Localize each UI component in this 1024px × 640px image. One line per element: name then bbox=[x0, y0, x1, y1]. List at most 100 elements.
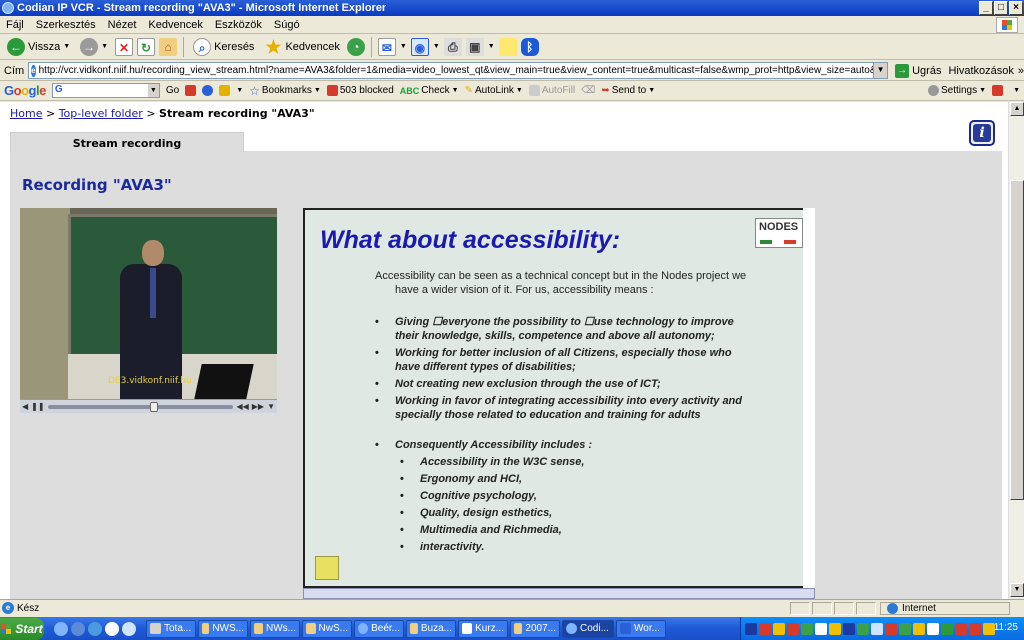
quicklaunch-desktop-icon[interactable] bbox=[71, 621, 85, 636]
close-button[interactable]: × bbox=[1009, 1, 1023, 15]
minimize-button[interactable]: _ bbox=[979, 1, 993, 15]
print-icon[interactable]: ⎙ bbox=[443, 37, 462, 56]
seek-handle[interactable] bbox=[149, 401, 158, 412]
google-search-input[interactable]: G ▼ bbox=[51, 83, 160, 98]
search-button[interactable]: ⌕ Keresés bbox=[190, 36, 257, 58]
video-player[interactable]: DE3.vidkonf.niif.hu ◀ ❚❚ ◀◀ ▶▶ ▼ bbox=[20, 208, 277, 413]
zone-cell: Internet bbox=[880, 602, 1010, 615]
fastforward-icon[interactable]: ▶▶ bbox=[252, 402, 264, 411]
stop-icon[interactable]: ✕ bbox=[115, 37, 134, 56]
menu-favorites[interactable]: Kedvencek bbox=[148, 19, 202, 31]
pause-icon[interactable]: ❚❚ bbox=[31, 402, 44, 411]
page-scrollbar[interactable]: ▲ ▼ bbox=[1008, 102, 1024, 599]
info-button[interactable]: i bbox=[969, 120, 995, 146]
blocked-icon bbox=[326, 85, 338, 96]
address-input[interactable]: e http://vcr.vidkonf.niif.hu/recording_v… bbox=[28, 62, 889, 79]
popup-blocker-button[interactable]: 503 blocked bbox=[326, 85, 394, 96]
taskbar-item[interactable]: 2007... bbox=[510, 619, 560, 638]
breadcrumb-folder-link[interactable]: Top-level folder bbox=[59, 107, 143, 120]
tray-icon[interactable] bbox=[801, 622, 813, 635]
go-button[interactable]: → Ugrás bbox=[892, 60, 944, 82]
edit-icon[interactable]: ▣ bbox=[465, 37, 484, 56]
puzzle-icon[interactable] bbox=[219, 85, 231, 96]
globe-icon[interactable] bbox=[202, 85, 214, 96]
autofill-button[interactable]: AutoFill bbox=[528, 85, 575, 96]
tray-icon[interactable] bbox=[815, 622, 827, 635]
favorites-button[interactable]: ★ Kedvencek bbox=[261, 36, 342, 58]
scroll-up-icon[interactable]: ▲ bbox=[1010, 102, 1024, 116]
slide-scroll-bar[interactable] bbox=[303, 588, 815, 599]
settings-button[interactable]: Settings ▼ bbox=[927, 85, 986, 96]
messenger-icon[interactable]: ◉ bbox=[410, 37, 429, 56]
google-logo[interactable]: Google bbox=[4, 83, 46, 98]
taskbar-item[interactable]: Wor... bbox=[616, 619, 666, 638]
note-icon[interactable] bbox=[498, 37, 517, 56]
tray-icon[interactable] bbox=[955, 622, 967, 635]
quicklaunch-ie-icon[interactable] bbox=[54, 621, 68, 636]
status-bar: e Kész Internet bbox=[0, 599, 1024, 616]
video-frame: DE3.vidkonf.niif.hu bbox=[20, 208, 277, 399]
taskbar-item[interactable]: Beér... bbox=[354, 619, 404, 638]
tray-icon[interactable] bbox=[829, 622, 841, 635]
quicklaunch-media-icon[interactable] bbox=[105, 621, 119, 636]
taskbar-item[interactable]: NWS... bbox=[198, 619, 248, 638]
menu-view[interactable]: Nézet bbox=[108, 19, 137, 31]
list-item: Ergonomy and HCI, bbox=[400, 472, 800, 486]
menu-tools[interactable]: Eszközök bbox=[215, 19, 262, 31]
rewind-icon[interactable]: ◀◀ bbox=[236, 402, 248, 411]
spellcheck-button[interactable]: ABC Check ▼ bbox=[400, 85, 459, 96]
tray-icon[interactable] bbox=[773, 622, 785, 635]
bluetooth-icon[interactable]: ᛒ bbox=[520, 37, 539, 56]
breadcrumb-home-link[interactable]: Home bbox=[10, 107, 42, 120]
list-item: Multimedia and Richmedia, bbox=[400, 523, 800, 537]
tray-icon[interactable] bbox=[885, 622, 897, 635]
address-dropdown-icon[interactable]: ▼ bbox=[873, 63, 888, 78]
bookmarks-button[interactable]: ☆ Bookmarks ▼ bbox=[249, 84, 321, 98]
quicklaunch-messenger-icon[interactable] bbox=[88, 621, 102, 636]
refresh-icon[interactable]: ↻ bbox=[137, 37, 156, 56]
taskbar-item[interactable]: Tota... bbox=[146, 619, 196, 638]
pagerank-icon[interactable] bbox=[185, 85, 197, 96]
taskbar-item[interactable]: Kurz... bbox=[458, 619, 508, 638]
links-button[interactable]: Hivatkozások bbox=[948, 65, 1013, 77]
menu-edit[interactable]: Szerkesztés bbox=[36, 19, 96, 31]
tray-icon[interactable] bbox=[913, 622, 925, 635]
seek-bar[interactable] bbox=[47, 401, 234, 412]
tray-icon[interactable] bbox=[745, 622, 757, 635]
scroll-down-icon[interactable]: ▼ bbox=[1010, 583, 1024, 597]
tray-icon[interactable] bbox=[927, 622, 939, 635]
search-dropdown-icon[interactable]: ▼ bbox=[147, 84, 159, 97]
forward-button[interactable]: → ▼ bbox=[77, 36, 111, 58]
menu-icon[interactable]: ▼ bbox=[267, 402, 275, 411]
tab-stream-recording[interactable]: Stream recording bbox=[10, 132, 244, 152]
quicklaunch-outlook-icon[interactable] bbox=[122, 621, 136, 636]
google-go-button[interactable]: Go bbox=[166, 85, 179, 96]
back-button[interactable]: ← Vissza ▼ bbox=[4, 36, 73, 58]
taskbar-item-active[interactable]: Codi... bbox=[562, 619, 614, 638]
send-to-button[interactable]: ➥ Send to ▼ bbox=[601, 85, 655, 96]
taskbar-item[interactable]: NwS... bbox=[302, 619, 352, 638]
start-button[interactable]: Start bbox=[0, 617, 44, 640]
bookmark-star-icon: ☆ bbox=[249, 83, 260, 98]
taskbar-item[interactable]: Buza... bbox=[406, 619, 456, 638]
tray-icon[interactable] bbox=[969, 622, 981, 635]
tray-icon[interactable] bbox=[759, 622, 771, 635]
tray-icon[interactable] bbox=[843, 622, 855, 635]
taskbar-item[interactable]: NWs... bbox=[250, 619, 300, 638]
volume-icon[interactable]: ◀ bbox=[22, 402, 28, 411]
mail-icon[interactable]: ✉ bbox=[377, 37, 396, 56]
tray-icon[interactable] bbox=[899, 622, 911, 635]
eraser-icon[interactable]: ⌫ bbox=[581, 85, 595, 96]
history-icon[interactable]: ◔ bbox=[346, 37, 365, 56]
menu-help[interactable]: Súgó bbox=[274, 19, 300, 31]
scroll-thumb[interactable] bbox=[1010, 180, 1024, 500]
maximize-button[interactable]: □ bbox=[994, 1, 1008, 15]
tray-icon[interactable] bbox=[941, 622, 953, 635]
tray-icon[interactable] bbox=[857, 622, 869, 635]
translate-icon[interactable] bbox=[992, 85, 1004, 96]
tray-icon[interactable] bbox=[871, 622, 883, 635]
menu-file[interactable]: Fájl bbox=[6, 19, 24, 31]
tray-icon[interactable] bbox=[787, 622, 799, 635]
autolink-button[interactable]: ✎ AutoLink ▼ bbox=[465, 85, 523, 96]
home-icon[interactable]: ⌂ bbox=[159, 37, 178, 56]
